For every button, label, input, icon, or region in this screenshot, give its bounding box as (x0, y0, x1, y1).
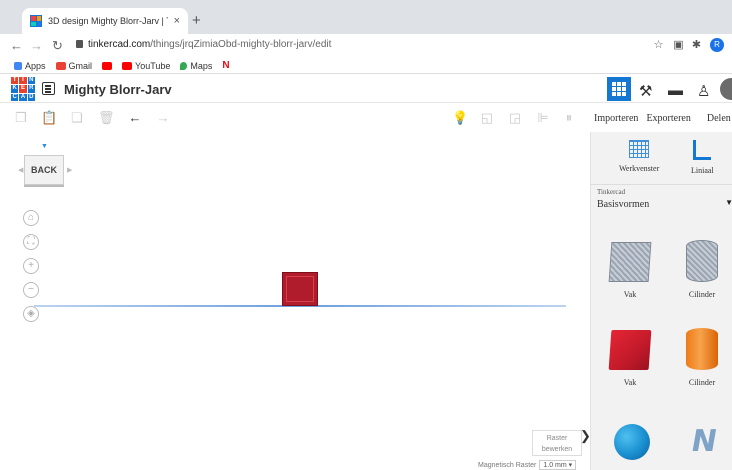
user-add-icon[interactable]: ♙ (697, 82, 710, 100)
tab-close-icon[interactable]: × (174, 15, 180, 27)
workplane-tool[interactable]: Werkvenster (619, 140, 659, 173)
edit-grid-button[interactable]: Raster bewerken (532, 430, 582, 456)
shape-category-select[interactable]: Tinkercad Basisvormen ▼ (597, 188, 732, 218)
ungroup-icon[interactable]: ◲ (508, 111, 522, 125)
cylinder-hole-icon (686, 240, 718, 282)
apps-grid-icon (14, 61, 22, 70)
view-cube-right-arrow[interactable]: ▶ (67, 166, 72, 174)
bookmark-gmail[interactable]: Gmail (55, 61, 92, 71)
paste-icon[interactable]: 📋 (41, 111, 57, 125)
tinkercad-favicon-icon (30, 15, 42, 27)
extension-icon[interactable]: ▣ (672, 39, 685, 52)
bookmark-netflix[interactable]: N (222, 60, 229, 71)
panel-buttons: Importeren Exporteren Delen (590, 104, 732, 132)
group-icon[interactable]: ◱ (480, 111, 494, 125)
reload-icon[interactable]: ↻ (52, 38, 63, 54)
new-tab-button[interactable]: + (192, 12, 201, 29)
bookmark-star-icon[interactable]: ☆ (652, 39, 665, 52)
text-shape-icon: N (688, 424, 720, 459)
puzzle-icon[interactable]: ✱ (690, 39, 703, 52)
browser-toolbar: ← → ↻ tinkercad.com/things/jrqZimiaObd-m… (0, 34, 732, 58)
zoom-in-icon[interactable]: + (23, 258, 39, 274)
view-cube[interactable]: BACK (24, 155, 64, 185)
bricks-icon[interactable]: ▬ (668, 82, 683, 99)
light-bulb-icon[interactable]: 💡 (452, 111, 468, 125)
export-button[interactable]: Exporteren (642, 113, 694, 124)
snap-grid-label: Magnetisch Raster (478, 462, 537, 469)
youtube-icon (102, 61, 113, 70)
maps-pin-icon (180, 61, 188, 70)
ruler-icon (693, 140, 712, 160)
project-title[interactable]: Mighty Blorr-Jarv (64, 82, 172, 97)
workplane-icon (629, 140, 650, 158)
back-arrow-icon[interactable]: ← (10, 38, 23, 53)
lock-icon (76, 40, 83, 48)
shape-sphere[interactable] (607, 424, 657, 468)
edit-toolbar: ❐ 📋 ❏ 🗑 ← → 💡 ◱ ◲ ⊫ ⏸ (0, 104, 590, 132)
box-hole-icon (608, 242, 652, 282)
perspective-icon[interactable]: ◈ (23, 306, 39, 322)
profile-avatar[interactable]: R (710, 38, 724, 52)
browser-tab-strip: 3D design Mighty Blorr-Jarv | T × + (0, 0, 732, 34)
forward-arrow-icon[interactable]: → (30, 38, 43, 53)
3d-view-grid-icon[interactable] (607, 77, 631, 101)
dropdown-arrow-icon: ▼ (725, 198, 732, 207)
undo-icon[interactable]: ← (128, 111, 142, 125)
copy-icon[interactable]: ❐ (14, 111, 28, 125)
snap-grid-select[interactable]: 1.0 mm ▾ (539, 460, 577, 470)
bookmark-youtube-2[interactable]: YouTube (122, 61, 170, 71)
view-cube-left-arrow[interactable]: ◀ (18, 166, 23, 174)
align-icon[interactable]: ⊫ (536, 111, 550, 125)
workplane-viewport[interactable]: ▼ ◀ ▶ BACK ⌂ ⛶ + − ◈ ❯ Raster bewerken M… (0, 132, 591, 470)
ruler-tool[interactable]: Liniaal (691, 140, 714, 175)
tab-title: 3D design Mighty Blorr-Jarv | T (48, 16, 168, 26)
shapes-panel: Werkvenster Liniaal Tinkercad Basisvorme… (590, 132, 732, 470)
home-view-icon[interactable]: ⌂ (23, 210, 39, 226)
box-icon (608, 330, 652, 370)
shape-text[interactable]: N (679, 424, 729, 468)
cylinder-icon (686, 328, 718, 370)
gmail-icon (55, 61, 66, 70)
shape-box[interactable]: Vak (605, 330, 655, 387)
fit-view-icon[interactable]: ⛶ (23, 234, 39, 250)
shape-cylinder-hole[interactable]: Cilinder (677, 240, 727, 299)
browser-tab[interactable]: 3D design Mighty Blorr-Jarv | T × (22, 8, 188, 34)
bookmarks-bar: Apps Gmail YouTube Maps N (0, 58, 732, 74)
url-text: tinkercad.com/things/jrqZimiaObd-mighty-… (88, 39, 332, 50)
delete-icon[interactable]: 🗑 (98, 111, 115, 125)
share-button[interactable]: Delen (703, 113, 732, 124)
snap-grid-control: Magnetisch Raster 1.0 mm ▾ (478, 460, 577, 470)
shape-cylinder[interactable]: Cilinder (677, 328, 727, 387)
design-list-icon[interactable] (42, 82, 55, 95)
bookmark-youtube-1[interactable] (102, 61, 113, 70)
redo-icon[interactable]: → (156, 111, 170, 125)
duplicate-icon[interactable]: ❏ (70, 111, 84, 125)
mirror-icon[interactable]: ⏸ (562, 111, 576, 125)
bookmark-apps[interactable]: Apps (14, 61, 46, 71)
codeblocks-pickaxe-icon[interactable]: ⚒ (639, 82, 652, 100)
import-button[interactable]: Importeren (590, 113, 642, 124)
zoom-out-icon[interactable]: − (23, 282, 39, 298)
red-box-object[interactable] (282, 272, 318, 306)
view-cube-up-arrow[interactable]: ▼ (41, 143, 48, 150)
panel-divider (591, 184, 732, 185)
address-bar[interactable]: tinkercad.com/things/jrqZimiaObd-mighty-… (76, 36, 636, 56)
bookmark-maps[interactable]: Maps (180, 61, 212, 71)
sphere-icon (614, 424, 650, 460)
netflix-icon: N (222, 60, 230, 71)
tinkercad-logo[interactable]: TIN KER CAD (11, 77, 35, 101)
youtube-icon (122, 61, 133, 70)
shape-box-hole[interactable]: Vak (605, 242, 655, 299)
